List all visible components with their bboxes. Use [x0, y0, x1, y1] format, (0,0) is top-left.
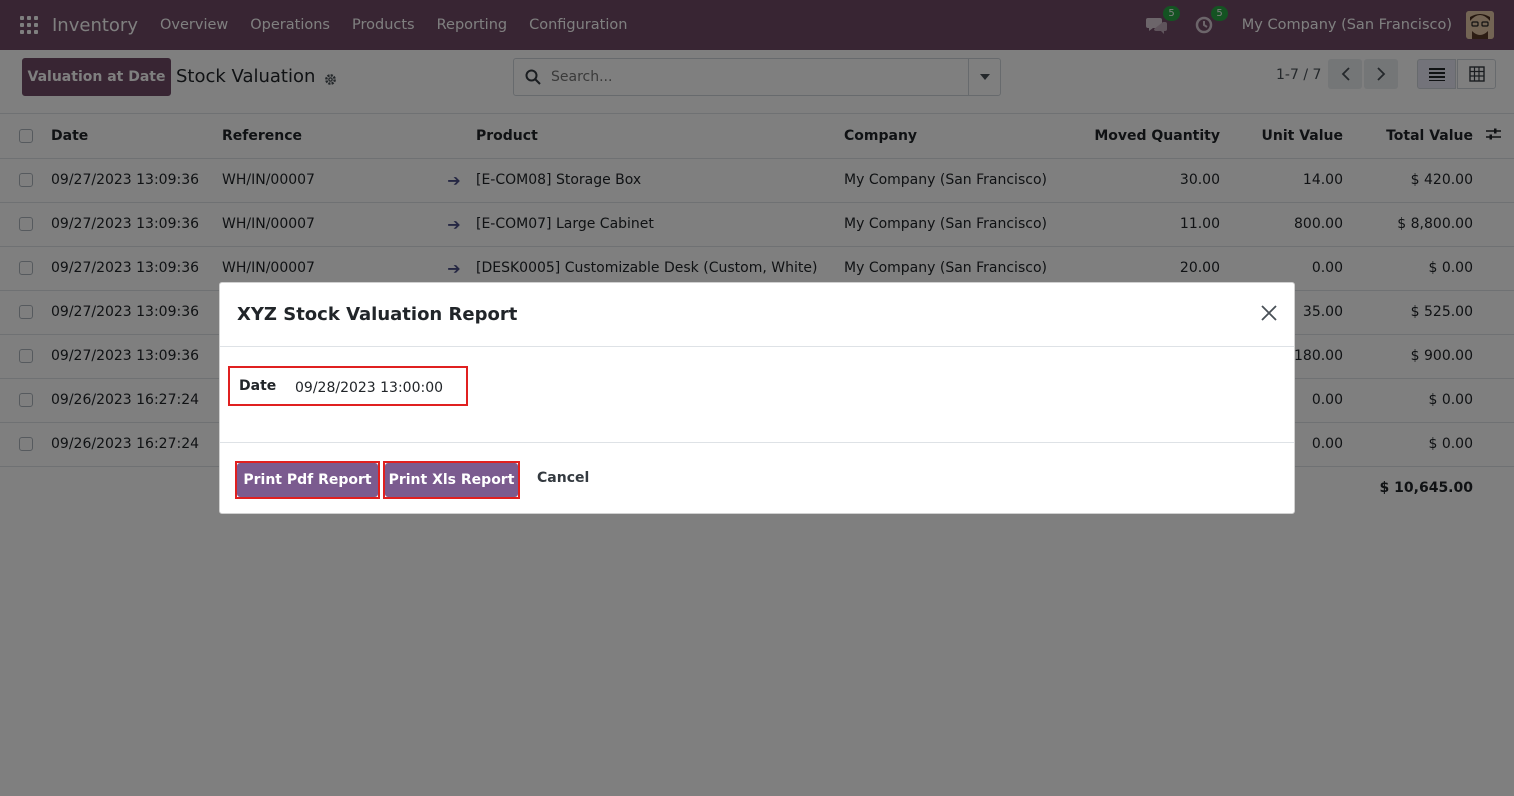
cancel-button[interactable]: Cancel — [537, 470, 589, 486]
stock-valuation-report-dialog: XYZ Stock Valuation Report Date 09/28/20… — [219, 282, 1295, 514]
print-pdf-report-button[interactable]: Print Pdf Report — [237, 463, 378, 497]
print-xls-report-button[interactable]: Print Xls Report — [385, 463, 518, 497]
close-icon[interactable] — [1260, 304, 1278, 322]
date-label: Date — [239, 378, 277, 394]
dialog-title: XYZ Stock Valuation Report — [237, 304, 518, 325]
dialog-body: Date 09/28/2023 13:00:00 — [220, 347, 1294, 443]
dialog-footer: Print Pdf Report Print Xls Report Cancel — [220, 443, 1294, 515]
dialog-header: XYZ Stock Valuation Report — [220, 283, 1294, 347]
print-xls-highlight: Print Xls Report — [383, 461, 520, 499]
print-pdf-highlight: Print Pdf Report — [235, 461, 380, 499]
date-input[interactable]: 09/28/2023 13:00:00 — [295, 380, 443, 396]
date-field-highlight: Date 09/28/2023 13:00:00 — [228, 366, 468, 406]
